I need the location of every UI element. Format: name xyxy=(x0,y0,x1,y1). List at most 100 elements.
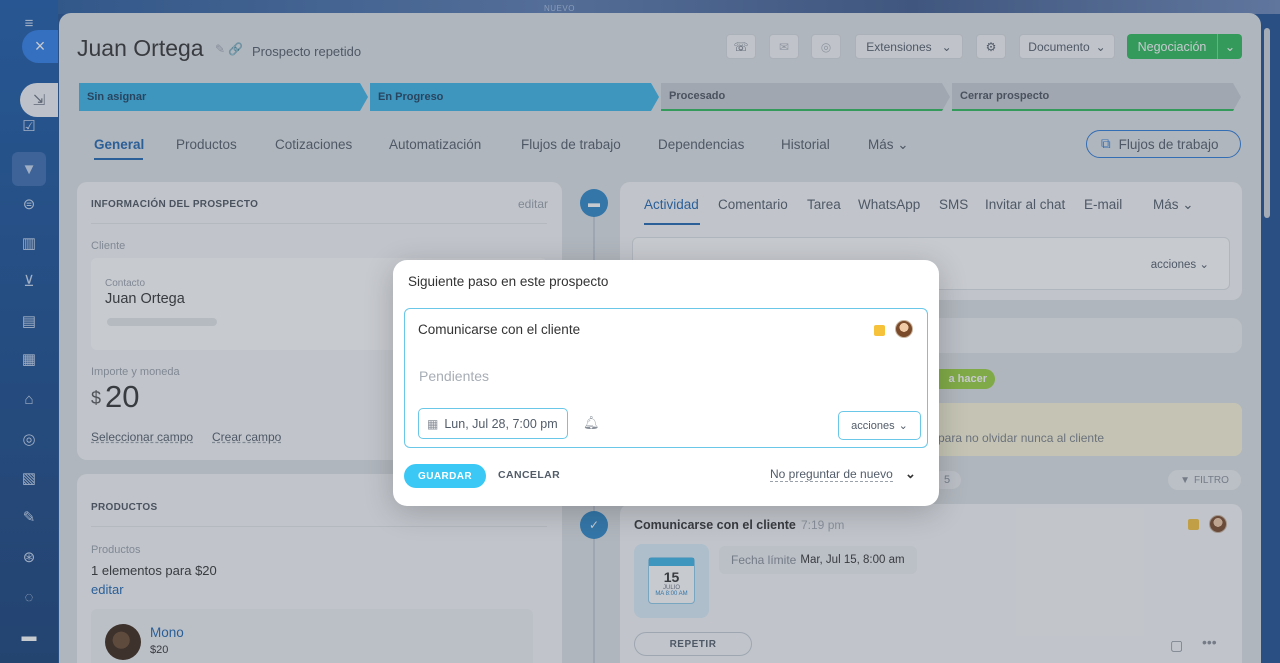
chat-icon[interactable]: ▤ xyxy=(18,310,40,332)
tab-task[interactable]: Tarea xyxy=(807,197,841,212)
edit-link[interactable]: editar xyxy=(518,197,548,211)
workflows-button[interactable]: ⧉ Flujos de trabajo xyxy=(1086,130,1241,158)
help-icon[interactable]: ◌ xyxy=(18,586,40,608)
minimize-button[interactable]: ⇲ xyxy=(20,83,58,117)
workflow-icon: ⧉ xyxy=(1101,136,1111,151)
cart-icon[interactable]: ⊻ xyxy=(18,270,40,292)
tab-sms[interactable]: SMS xyxy=(939,197,968,212)
tab-workflows[interactable]: Flujos de trabajo xyxy=(521,137,621,152)
target-icon[interactable]: ◎ xyxy=(18,428,40,450)
mail-icon[interactable]: ✉ xyxy=(769,34,799,59)
active-tab-indicator xyxy=(94,158,143,160)
stage-procesado[interactable]: Procesado xyxy=(661,83,950,111)
chevron-down-icon[interactable]: ⌄ xyxy=(1217,34,1242,59)
contact-phone-blurred xyxy=(107,318,217,326)
extensions-button[interactable]: Extensiones ⌄ xyxy=(855,34,963,59)
more-dots-icon[interactable]: ••• xyxy=(1202,634,1217,650)
chat-dot-icon: ▬ xyxy=(580,189,608,217)
tab-comment[interactable]: Comentario xyxy=(718,197,788,212)
chevron-down-icon: ⌄ xyxy=(1095,39,1106,54)
products-edit-link[interactable]: editar xyxy=(91,582,124,597)
calendar-icon[interactable]: ▦ xyxy=(18,348,40,370)
tab-more[interactable]: Más ⌄ xyxy=(868,137,909,153)
sign-icon[interactable]: ✎ xyxy=(18,506,40,528)
document-label: Documento xyxy=(1028,39,1090,54)
tab-products[interactable]: Productos xyxy=(176,137,237,152)
tab-activity[interactable]: Actividad xyxy=(644,197,699,212)
print-icon[interactable]: ▬ xyxy=(18,625,40,647)
products-label: Productos xyxy=(91,544,141,556)
description-input[interactable]: Pendientes xyxy=(419,368,489,384)
stage-en-progreso[interactable]: En Progreso xyxy=(370,83,659,111)
entry-title[interactable]: Comunicarse con el cliente xyxy=(634,518,796,532)
tab-whatsapp[interactable]: WhatsApp xyxy=(858,197,920,212)
currency-symbol: $ xyxy=(91,388,102,408)
product-name[interactable]: Mono xyxy=(150,625,184,640)
duplicate-lead-label: Prospecto repetido xyxy=(252,44,362,59)
task-editor[interactable]: Comunicarse con el cliente Pendientes ▦ … xyxy=(404,308,928,448)
tab-history[interactable]: Historial xyxy=(781,137,830,152)
deadline-value: Lun, Jul 28, 7:00 pm xyxy=(444,416,558,431)
stage-label: En Progreso xyxy=(378,91,444,103)
select-field-link[interactable]: Seleccionar campo xyxy=(91,430,193,444)
calendar-icon: ▦ xyxy=(427,416,439,431)
tab-email[interactable]: E-mail xyxy=(1084,197,1122,212)
priority-flag-icon xyxy=(1188,519,1199,530)
actions-label: acciones xyxy=(851,419,895,432)
scrollbar[interactable] xyxy=(1264,28,1270,218)
bell-icon[interactable]: 🔔︎ xyxy=(583,415,600,431)
task-title-input[interactable]: Comunicarse con el cliente xyxy=(418,322,580,337)
dialog-title: Siguiente paso en este prospecto xyxy=(408,274,609,289)
tasks-icon[interactable]: ☑ xyxy=(18,115,40,137)
priority-flag-icon[interactable] xyxy=(874,325,885,336)
close-slider-button[interactable]: × xyxy=(22,30,58,63)
contact-name[interactable]: Juan Ortega xyxy=(105,291,185,307)
tab-automation[interactable]: Automatización xyxy=(389,137,481,152)
tab-invite-chat[interactable]: Invitar al chat xyxy=(985,197,1065,212)
calendar-icon: 15 JULIO MA 8:00 AM xyxy=(648,557,695,604)
tab-quotes[interactable]: Cotizaciones xyxy=(275,137,352,152)
active-tab-indicator xyxy=(644,223,700,225)
settings-icon[interactable]: ⊛ xyxy=(18,546,40,568)
calendar-day: 15 xyxy=(663,569,680,585)
note-icon[interactable]: ▢ xyxy=(1170,637,1183,654)
negotiation-button[interactable]: Negociación ⌄ xyxy=(1127,34,1242,59)
stage-label: Sin asignar xyxy=(87,91,147,103)
deadline-picker[interactable]: ▦ Lun, Jul 28, 7:00 pm xyxy=(418,408,568,439)
create-field-link[interactable]: Crear campo xyxy=(212,430,281,444)
actions-label: acciones xyxy=(1150,259,1197,271)
tab-activity-more[interactable]: Más ⌄ xyxy=(1153,197,1194,213)
entry-time: 7:19 pm xyxy=(801,518,845,532)
actions-dropdown[interactable]: acciones ⌄ xyxy=(838,411,921,440)
product-price: $20 xyxy=(150,644,169,656)
tab-general[interactable]: General xyxy=(94,137,144,152)
dont-ask-again-toggle[interactable]: No preguntar de nuevo xyxy=(770,467,893,482)
repeat-button[interactable]: REPETIR xyxy=(634,632,752,656)
avatar[interactable] xyxy=(1209,515,1227,533)
chat-bubble-icon[interactable]: ◎ xyxy=(811,34,841,59)
divider xyxy=(91,223,547,224)
stage-cerrar-prospecto[interactable]: Cerrar prospecto xyxy=(952,83,1241,111)
gear-icon[interactable]: ⚙ xyxy=(976,34,1006,59)
edit-link-icons[interactable]: ✎ 🔗 xyxy=(215,42,243,56)
stage-label: Cerrar prospecto xyxy=(960,90,1050,102)
stage-sin-asignar[interactable]: Sin asignar xyxy=(79,83,368,111)
activity-actions[interactable]: acciones ⌄ xyxy=(1151,257,1209,271)
chevron-down-icon[interactable]: ⌄ xyxy=(905,466,916,482)
save-button[interactable]: GUARDAR xyxy=(404,464,486,488)
product-item[interactable]: Mono $20 xyxy=(91,609,533,663)
cancel-button[interactable]: CANCELAR xyxy=(498,469,560,481)
document-button[interactable]: Documento ⌄ xyxy=(1019,34,1115,59)
products-summary: 1 elementos para $20 xyxy=(91,563,217,578)
analytics-icon[interactable]: ▥ xyxy=(18,232,40,254)
robot-icon[interactable]: ⊜ xyxy=(18,193,40,215)
filter-button[interactable]: ▼ FILTRO xyxy=(1168,470,1241,490)
phone-icon[interactable]: ☏ xyxy=(726,34,756,59)
store-icon[interactable]: ⌂ xyxy=(18,388,40,410)
deadline-chip[interactable]: Fecha límite Mar, Jul 15, 8:00 am xyxy=(719,546,917,574)
top-bar: NUEVO xyxy=(58,0,1280,14)
responsible-avatar[interactable] xyxy=(895,320,913,338)
tab-dependencies[interactable]: Dependencias xyxy=(658,137,744,152)
crm-filter-icon[interactable]: ▼ xyxy=(12,152,46,186)
document-icon[interactable]: ▧ xyxy=(18,467,40,489)
